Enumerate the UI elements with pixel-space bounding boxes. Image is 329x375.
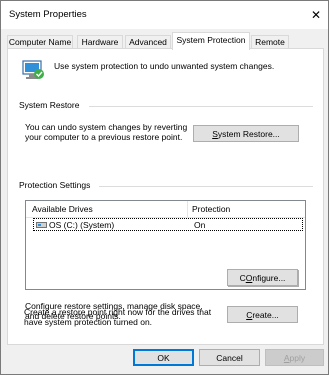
configure-button[interactable]: C Onfigure... [227, 269, 298, 286]
apply-button[interactable]: Apply [265, 349, 324, 366]
cancel-button[interactable]: Cancel [199, 349, 260, 366]
drive-protection: On [194, 220, 206, 230]
tab-hardware[interactable]: Hardware [77, 35, 123, 49]
tab-system-protection[interactable]: System Protection [172, 32, 250, 50]
column-available-drives[interactable]: Available Drives [32, 204, 93, 214]
tab-advanced[interactable]: Advanced [125, 35, 171, 49]
title-bar[interactable]: System Properties ✕ [1, 1, 328, 29]
description-line: Create a restore point right now for the… [24, 307, 212, 317]
description-line: You can undo system changes by reverting [25, 122, 188, 132]
system-protection-panel: Use system protection to undo unwanted s… [7, 48, 324, 345]
list-header: Available Drives Protection [26, 201, 305, 218]
tab-computer-name[interactable]: Computer Name [7, 35, 73, 49]
column-separator[interactable] [187, 201, 188, 217]
divider [99, 186, 313, 187]
system-restore-button[interactable]: System Restore... [193, 125, 299, 142]
description-line: have system protection turned on. [24, 317, 153, 327]
create-description: Create a restore point right now for the… [24, 307, 211, 327]
button-label: reate... [252, 309, 279, 320]
column-protection[interactable]: Protection [192, 204, 230, 214]
system-restore-heading: System Restore [19, 100, 80, 110]
intro-text: Use system protection to undo unwanted s… [54, 61, 275, 71]
system-restore-description: You can undo system changes by reverting… [25, 122, 187, 142]
divider [89, 106, 313, 107]
create-button[interactable]: Create... [227, 306, 298, 323]
tab-remote[interactable]: Remote [251, 35, 289, 49]
window-title: System Properties [9, 9, 87, 20]
drive-row[interactable]: OS (C:) (System) On [33, 218, 303, 231]
mnemonic: O [245, 272, 253, 283]
drive-name: OS (C:) (System) [49, 220, 115, 230]
description-line: your computer to a previous restore poin… [25, 132, 183, 142]
tab-strip: Computer Name Hardware Advanced System P… [1, 32, 328, 50]
system-protection-icon [22, 60, 44, 79]
close-icon[interactable]: ✕ [308, 7, 324, 23]
button-label: pply [289, 352, 306, 363]
button-label: ystem Restore... [217, 128, 280, 139]
button-label: nfigure... [252, 272, 286, 283]
dialog-button-bar: OK Cancel Apply [1, 345, 328, 374]
protection-settings-heading: Protection Settings [19, 180, 91, 190]
drive-icon [36, 222, 47, 228]
ok-button[interactable]: OK [133, 349, 194, 366]
system-properties-window: System Properties ✕ Computer Name Hardwa… [0, 0, 329, 375]
